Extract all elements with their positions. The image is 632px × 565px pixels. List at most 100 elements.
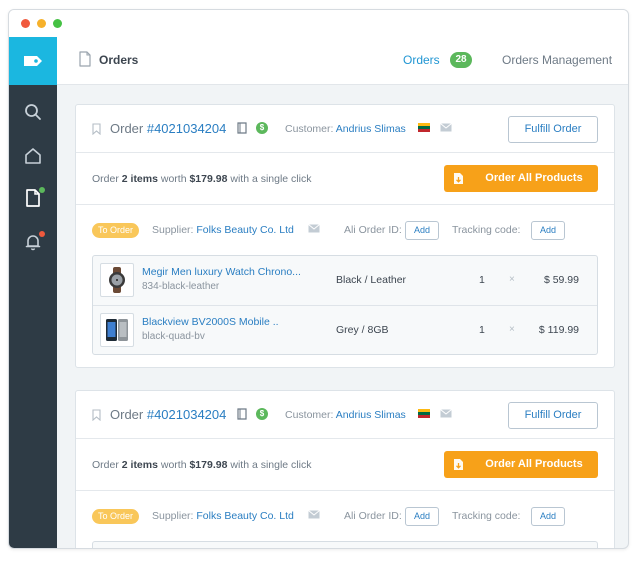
summary-mid: worth bbox=[157, 173, 190, 185]
customer-name-link[interactable]: Andrius Slimas bbox=[336, 409, 406, 421]
order-number-link[interactable]: #4021034204 bbox=[147, 407, 227, 422]
supplier-label: Supplier: bbox=[152, 224, 194, 236]
ali-order-id-label: Ali Order ID: bbox=[344, 510, 402, 522]
order-summary: Order 2 items worth $179.98 with a singl… bbox=[92, 459, 311, 471]
product-variant: Black / Leather bbox=[336, 274, 407, 286]
dollar-icon: $ bbox=[256, 408, 268, 420]
bookmark-icon[interactable] bbox=[92, 123, 101, 135]
order-all-products-label: Order All Products bbox=[485, 458, 583, 470]
order-number-link[interactable]: #4021034204 bbox=[147, 121, 227, 136]
mail-icon[interactable] bbox=[308, 224, 320, 233]
product-sku: 834-black-leather bbox=[142, 281, 220, 292]
summary-mid: worth bbox=[157, 459, 190, 471]
summary-pre: Order bbox=[92, 459, 122, 471]
mail-icon[interactable] bbox=[308, 510, 320, 519]
summary-post: with a single click bbox=[227, 173, 312, 185]
order-summary-row: Order 2 items worth $179.98 with a singl… bbox=[76, 153, 614, 205]
sidebar-item-search[interactable] bbox=[22, 101, 44, 123]
tab-orders[interactable]: Orders bbox=[403, 53, 440, 67]
fulfill-order-button[interactable]: Fulfill Order bbox=[508, 116, 598, 143]
order-all-products-label: Order All Products bbox=[485, 172, 583, 184]
customer-label: Customer: bbox=[285, 409, 334, 421]
add-ali-order-id-button[interactable]: Add bbox=[405, 507, 439, 526]
orders-count-badge: 28 bbox=[450, 52, 472, 68]
mail-icon[interactable] bbox=[440, 123, 452, 132]
add-tracking-code-button[interactable]: Add bbox=[531, 507, 565, 526]
summary-pre: Order bbox=[92, 173, 122, 185]
tracking-code-label: Tracking code: bbox=[452, 510, 521, 522]
lithuania-flag-icon bbox=[418, 409, 430, 418]
app-window: Orders Orders 28 Orders Management Order… bbox=[8, 9, 629, 549]
supplier-row: To Order Supplier: Folks Beauty Co. Ltd … bbox=[76, 205, 614, 255]
summary-count: 2 items bbox=[121, 459, 158, 471]
product-image-watch[interactable] bbox=[100, 263, 134, 297]
order-title: Order #4021034204 bbox=[110, 407, 226, 422]
sidebar bbox=[9, 37, 57, 548]
tab-orders-management[interactable]: Orders Management bbox=[502, 53, 612, 67]
sidebar-item-orders[interactable] bbox=[22, 187, 45, 209]
sidebar-item-home[interactable] bbox=[22, 145, 44, 167]
summary-post: with a single click bbox=[227, 459, 312, 471]
product-quantity: 1 bbox=[479, 324, 485, 336]
page-title: Orders bbox=[99, 53, 139, 67]
dollar-icon: $ bbox=[256, 122, 268, 134]
order-prefix: Order bbox=[110, 121, 147, 136]
order-card-header: Order #4021034204 $ Customer: Andrius Sl… bbox=[76, 105, 614, 153]
order-summary-row: Order 2 items worth $179.98 with a singl… bbox=[76, 439, 614, 491]
minimize-window-button[interactable] bbox=[37, 19, 46, 28]
add-ali-order-id-button[interactable]: Add bbox=[405, 221, 439, 240]
maximize-window-button[interactable] bbox=[53, 19, 62, 28]
sidebar-item-notifications[interactable] bbox=[22, 231, 45, 253]
close-window-button[interactable] bbox=[21, 19, 30, 28]
bookmark-icon[interactable] bbox=[92, 409, 101, 421]
supplier-info: Supplier: Folks Beauty Co. Ltd bbox=[152, 224, 294, 236]
customer-name-link[interactable]: Andrius Slimas bbox=[336, 123, 406, 135]
supplier-label: Supplier: bbox=[152, 510, 194, 522]
order-items-table bbox=[92, 541, 598, 548]
mail-icon[interactable] bbox=[440, 409, 452, 418]
product-sku: black-quad-bv bbox=[142, 331, 205, 342]
phone-image bbox=[106, 319, 128, 341]
product-image-phone[interactable] bbox=[100, 313, 134, 347]
product-price: $ 119.99 bbox=[538, 324, 579, 336]
customer-label: Customer: bbox=[285, 123, 334, 135]
table-row: Megir Men luxury Watch Chrono... 834-bla… bbox=[93, 256, 597, 305]
table-row: Blackview BV2000S Mobile .. black-quad-b… bbox=[93, 305, 597, 354]
order-prefix: Order bbox=[110, 407, 147, 422]
sidebar-logo[interactable] bbox=[9, 37, 57, 85]
status-badge: To Order bbox=[92, 509, 140, 524]
search-icon bbox=[25, 104, 41, 120]
supplier-info: Supplier: Folks Beauty Co. Ltd bbox=[152, 510, 294, 522]
supplier-row: To Order Supplier: Folks Beauty Co. Ltd … bbox=[76, 491, 614, 541]
order-all-products-button[interactable]: Order All Products bbox=[444, 451, 598, 478]
product-quantity: 1 bbox=[479, 274, 485, 286]
product-name-link[interactable]: Megir Men luxury Watch Chrono... bbox=[142, 266, 301, 278]
document-icon bbox=[79, 51, 91, 67]
fulfill-order-button[interactable]: Fulfill Order bbox=[508, 402, 598, 429]
notification-dot bbox=[39, 187, 45, 193]
watch-image bbox=[109, 267, 125, 293]
order-card: Order #4021034204 $ Customer: Andrius Sl… bbox=[75, 390, 615, 548]
supplier-name-link[interactable]: Folks Beauty Co. Ltd bbox=[196, 224, 293, 236]
home-icon bbox=[25, 148, 41, 164]
product-variant: Grey / 8GB bbox=[336, 324, 389, 336]
tracking-code-label: Tracking code: bbox=[452, 224, 521, 236]
order-card-header: Order #4021034204 $ Customer: Andrius Sl… bbox=[76, 391, 614, 439]
notebook-icon[interactable] bbox=[236, 408, 248, 420]
customer-info: Customer: Andrius Slimas bbox=[285, 123, 406, 135]
ali-order-id-label: Ali Order ID: bbox=[344, 224, 402, 236]
order-summary: Order 2 items worth $179.98 with a singl… bbox=[92, 173, 311, 185]
notebook-icon[interactable] bbox=[236, 122, 248, 134]
multiply-sign: × bbox=[509, 274, 515, 285]
orders-list: Order #4021034204 $ Customer: Andrius Sl… bbox=[57, 85, 628, 548]
product-price: $ 59.99 bbox=[543, 274, 579, 286]
tag-icon bbox=[24, 56, 42, 66]
supplier-name-link[interactable]: Folks Beauty Co. Ltd bbox=[196, 510, 293, 522]
order-all-products-button[interactable]: Order All Products bbox=[444, 165, 598, 192]
add-tracking-code-button[interactable]: Add bbox=[531, 221, 565, 240]
order-card: Order #4021034204 $ Customer: Andrius Sl… bbox=[75, 104, 615, 368]
status-badge: To Order bbox=[92, 223, 140, 238]
lithuania-flag-icon bbox=[418, 123, 430, 132]
product-name-link[interactable]: Blackview BV2000S Mobile .. bbox=[142, 316, 279, 328]
summary-amount: $179.98 bbox=[189, 173, 228, 185]
